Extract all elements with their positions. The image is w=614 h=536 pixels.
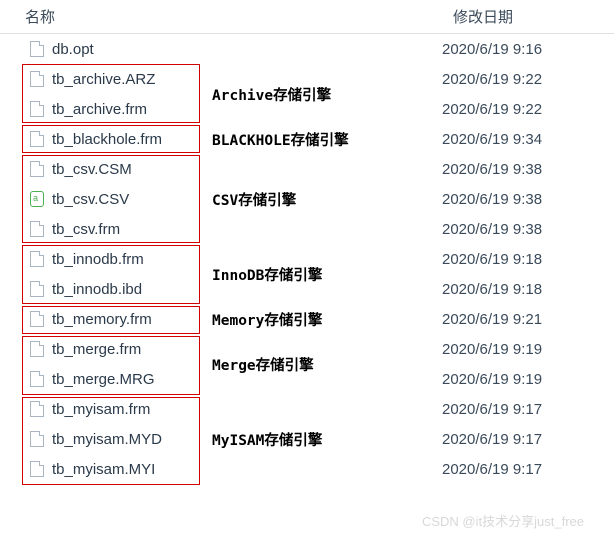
- watermark: CSDN @it技术分享just_free: [422, 511, 584, 530]
- file-icon: [30, 161, 44, 177]
- file-name: tb_blackhole.frm: [52, 131, 212, 148]
- file-icon: [30, 431, 44, 447]
- table-row[interactable]: tb_merge.MRGMerge存储引擎2020/6/19 9:19: [0, 364, 614, 394]
- engine-annotation: Memory存储引擎: [212, 309, 442, 330]
- modified-date: 2020/6/19 9:38: [442, 161, 614, 178]
- file-name: tb_merge.MRG: [52, 371, 212, 388]
- file-name: tb_myisam.MYD: [52, 431, 212, 448]
- table-row[interactable]: tb_csv.CSM 2020/6/19 9:38: [0, 154, 614, 184]
- file-icon: [30, 311, 44, 327]
- file-name: tb_archive.ARZ: [52, 71, 212, 88]
- modified-date: 2020/6/19 9:22: [442, 101, 614, 118]
- file-icon: [30, 71, 44, 87]
- modified-date: 2020/6/19 9:22: [442, 71, 614, 88]
- table-row[interactable]: tb_innodb.ibdInnoDB存储引擎2020/6/19 9:18: [0, 274, 614, 304]
- file-icon: [30, 401, 44, 417]
- file-icon: [30, 251, 44, 267]
- file-icon: [30, 101, 44, 117]
- engine-annotation: Archive存储引擎: [212, 84, 442, 105]
- file-icon: [30, 221, 44, 237]
- table-row[interactable]: tb_myisam.MYI 2020/6/19 9:17: [0, 454, 614, 484]
- file-name: tb_csv.CSM: [52, 161, 212, 178]
- engine-annotation: InnoDB存储引擎: [212, 264, 442, 285]
- file-name: tb_myisam.MYI: [52, 461, 212, 478]
- file-icon: [30, 281, 44, 297]
- modified-date: 2020/6/19 9:16: [442, 41, 614, 58]
- table-row[interactable]: db.opt 2020/6/19 9:16: [0, 34, 614, 64]
- table-row[interactable]: tb_archive.frmArchive存储引擎2020/6/19 9:22: [0, 94, 614, 124]
- modified-date: 2020/6/19 9:17: [442, 461, 614, 478]
- file-icon: [30, 461, 44, 477]
- modified-date: 2020/6/19 9:18: [442, 251, 614, 268]
- file-name: tb_merge.frm: [52, 341, 212, 358]
- modified-date: 2020/6/19 9:38: [442, 191, 614, 208]
- file-icon: [30, 41, 44, 57]
- file-name: tb_innodb.ibd: [52, 281, 212, 298]
- file-name: tb_innodb.frm: [52, 251, 212, 268]
- table-row[interactable]: tb_blackhole.frmBLACKHOLE存储引擎2020/6/19 9…: [0, 124, 614, 154]
- file-name: tb_memory.frm: [52, 311, 212, 328]
- header-date[interactable]: 修改日期: [453, 6, 614, 27]
- file-name: tb_csv.CSV: [52, 191, 212, 208]
- file-icon: [30, 341, 44, 357]
- header-name[interactable]: 名称: [25, 6, 453, 27]
- table-row[interactable]: tb_myisam.MYDMyISAM存储引擎2020/6/19 9:17: [0, 424, 614, 454]
- table-row[interactable]: tb_myisam.frm 2020/6/19 9:17: [0, 394, 614, 424]
- csv-file-icon: [30, 191, 44, 207]
- table-row[interactable]: tb_memory.frmMemory存储引擎2020/6/19 9:21: [0, 304, 614, 334]
- file-name: tb_myisam.frm: [52, 401, 212, 418]
- file-name: db.opt: [52, 41, 212, 58]
- modified-date: 2020/6/19 9:34: [442, 131, 614, 148]
- modified-date: 2020/6/19 9:18: [442, 281, 614, 298]
- file-name: tb_csv.frm: [52, 221, 212, 238]
- modified-date: 2020/6/19 9:17: [442, 431, 614, 448]
- modified-date: 2020/6/19 9:17: [442, 401, 614, 418]
- engine-annotation: CSV存储引擎: [212, 189, 442, 210]
- modified-date: 2020/6/19 9:19: [442, 371, 614, 388]
- modified-date: 2020/6/19 9:19: [442, 341, 614, 358]
- table-row[interactable]: tb_csv.CSVCSV存储引擎2020/6/19 9:38: [0, 184, 614, 214]
- file-icon: [30, 131, 44, 147]
- column-header: 名称 修改日期: [0, 0, 614, 34]
- file-list: db.opt 2020/6/19 9:16 tb_archive.ARZ 2020/6…: [0, 34, 614, 484]
- engine-annotation: BLACKHOLE存储引擎: [212, 129, 442, 150]
- modified-date: 2020/6/19 9:21: [442, 311, 614, 328]
- file-name: tb_archive.frm: [52, 101, 212, 118]
- modified-date: 2020/6/19 9:38: [442, 221, 614, 238]
- engine-annotation: Merge存储引擎: [212, 354, 442, 375]
- file-icon: [30, 371, 44, 387]
- table-row[interactable]: tb_csv.frm 2020/6/19 9:38: [0, 214, 614, 244]
- engine-annotation: MyISAM存储引擎: [212, 429, 442, 450]
